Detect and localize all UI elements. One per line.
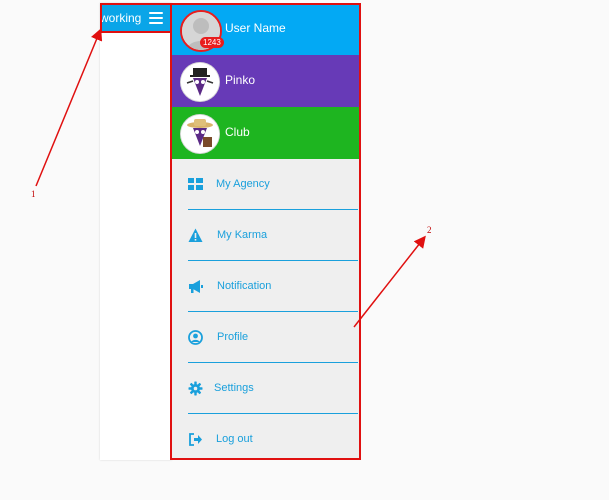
grid-icon: [188, 178, 203, 190]
pinko-avatar: [180, 62, 220, 102]
menu-label-notification: Notification: [217, 280, 272, 292]
app-header: working: [100, 3, 172, 33]
menu-item-my-karma[interactable]: My Karma: [172, 210, 360, 261]
user-circle-icon: [188, 330, 203, 345]
menu-label-my-karma: My Karma: [217, 229, 268, 241]
menu-label-log-out: Log out: [216, 433, 253, 445]
annotation-label-1: 1: [31, 189, 36, 199]
logout-icon: [189, 433, 202, 446]
club-avatar: [180, 114, 220, 154]
annotation-arrow-2: [353, 235, 426, 328]
annotation-arrow-1: [35, 28, 103, 187]
menu-label-my-agency: My Agency: [216, 178, 270, 190]
profile-row-pinko[interactable]: Pinko: [172, 55, 360, 107]
pinko-character-icon: [181, 63, 219, 101]
menu-label-profile: Profile: [217, 331, 249, 343]
club-label: Club: [225, 125, 250, 139]
club-character-icon: [181, 115, 219, 153]
app-title: working: [100, 11, 142, 25]
navigation-drawer: 1243 User Name Pinko Club My Agency My K…: [172, 3, 360, 459]
notification-count-badge: 1243: [200, 37, 224, 48]
menu-item-profile[interactable]: Profile: [172, 312, 360, 363]
user-name-label: User Name: [225, 21, 286, 35]
menu-item-notification[interactable]: Notification: [172, 261, 360, 312]
hamburger-menu-icon[interactable]: [149, 12, 163, 24]
menu-label-settings: Settings: [214, 382, 254, 394]
menu-item-settings[interactable]: Settings: [172, 363, 360, 414]
app-panel: working: [100, 3, 172, 460]
profile-row-club[interactable]: Club: [172, 107, 360, 159]
menu-item-log-out[interactable]: Log out: [172, 414, 360, 459]
warning-icon: [188, 228, 203, 242]
annotation-label-2: 2: [427, 225, 432, 235]
pinko-label: Pinko: [225, 73, 256, 87]
profile-row-user[interactable]: 1243 User Name: [172, 3, 360, 55]
megaphone-icon: [189, 280, 203, 293]
gear-icon: [188, 381, 203, 396]
menu-item-my-agency[interactable]: My Agency: [172, 159, 360, 210]
